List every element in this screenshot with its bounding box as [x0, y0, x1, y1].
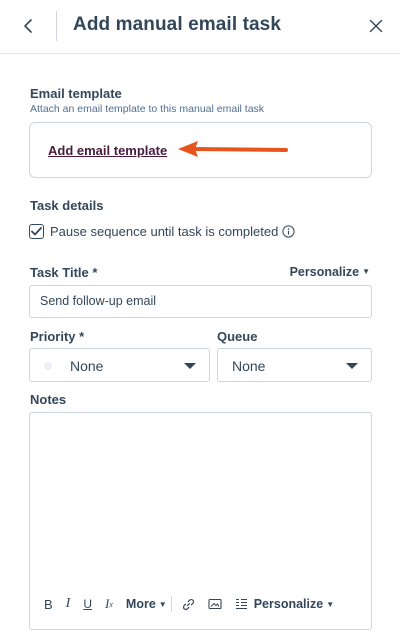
close-button[interactable] — [362, 12, 390, 40]
pause-sequence-row: Pause sequence until task is completed — [29, 222, 295, 240]
link-icon[interactable] — [182, 598, 195, 611]
caret-down-icon: ▼ — [158, 599, 167, 609]
caret-down-icon: ▼ — [362, 267, 370, 276]
dropdown-caret-icon — [346, 363, 358, 369]
info-icon[interactable] — [282, 224, 295, 238]
queue-label: Queue — [217, 329, 258, 344]
notes-toolbar: B I U Ix More ▼ Personalize ▼ — [30, 593, 371, 615]
notes-editor[interactable]: B I U Ix More ▼ Personalize ▼ — [29, 412, 372, 630]
more-dropdown[interactable]: More ▼ — [126, 597, 167, 611]
annotation-arrow-icon — [178, 141, 288, 157]
toolbar-divider — [170, 596, 172, 612]
personalize-dropdown[interactable]: Personalize ▼ — [290, 265, 370, 279]
priority-value: None — [70, 358, 104, 374]
toolbar-personalize-label: Personalize — [253, 597, 324, 611]
image-icon[interactable] — [208, 598, 222, 610]
queue-select[interactable]: None — [217, 348, 372, 382]
pause-sequence-label: Pause sequence until task is completed — [50, 223, 279, 239]
personalize-toolbar-dropdown[interactable]: Personalize ▼ — [254, 597, 334, 611]
priority-dot-icon — [44, 362, 52, 370]
email-template-helper: Attach an email template to this manual … — [30, 103, 265, 115]
underline-button[interactable]: U — [83, 597, 92, 611]
chevron-left-icon — [24, 19, 32, 33]
back-button[interactable] — [14, 12, 42, 40]
format-align-icon[interactable] — [235, 598, 248, 610]
checkmark-icon — [31, 226, 42, 235]
more-label: More — [125, 597, 156, 611]
add-email-template-link[interactable]: Add email template — [48, 143, 167, 158]
close-icon — [369, 19, 383, 33]
italic-button[interactable]: I — [66, 596, 71, 612]
pause-sequence-checkbox[interactable] — [29, 223, 44, 239]
header-divider — [56, 11, 57, 41]
panel-header: Add manual email task — [0, 0, 400, 54]
priority-select[interactable]: None — [29, 348, 210, 382]
panel-title: Add manual email task — [73, 14, 282, 35]
caret-down-icon: ▼ — [326, 599, 335, 609]
personalize-label: Personalize — [289, 265, 360, 279]
notes-label: Notes — [30, 392, 67, 407]
queue-value: None — [232, 358, 266, 374]
task-details-label: Task details — [30, 198, 104, 213]
bold-button[interactable]: B — [44, 597, 53, 612]
clear-format-button[interactable]: Ix — [105, 596, 113, 612]
task-title-input[interactable]: Send follow-up email — [29, 285, 372, 318]
dropdown-caret-icon — [184, 363, 196, 369]
priority-label: Priority * — [30, 329, 85, 344]
task-title-label: Task Title * — [30, 265, 98, 280]
email-template-label: Email template — [30, 86, 122, 101]
